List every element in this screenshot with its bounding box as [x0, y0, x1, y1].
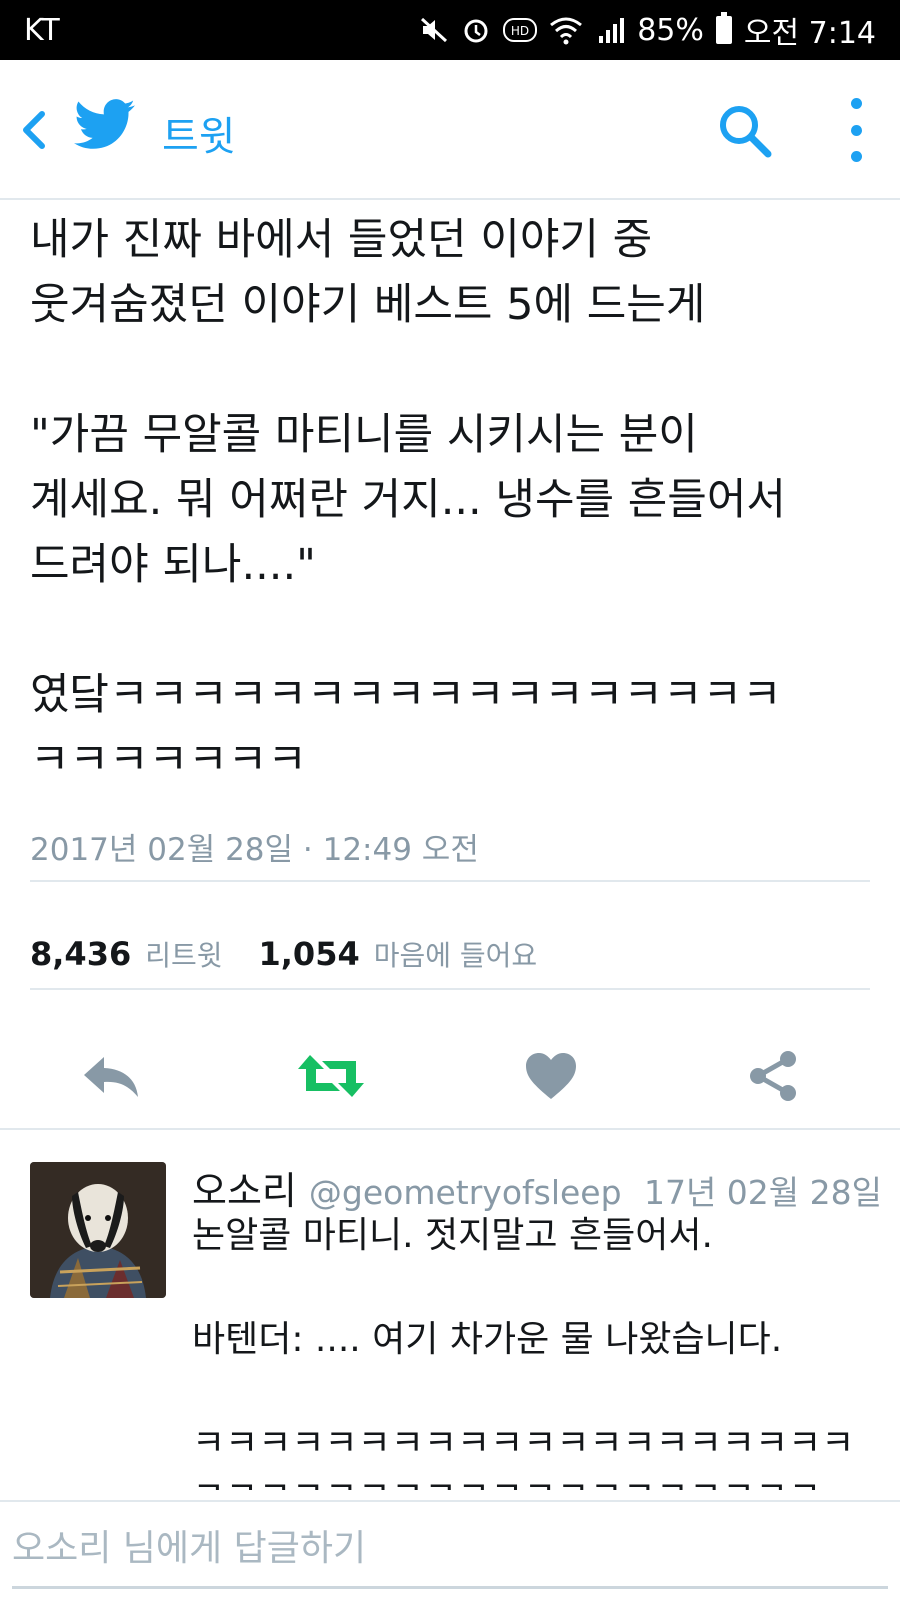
tweet-actions	[0, 1020, 900, 1130]
carrier-label: KT	[24, 12, 60, 48]
battery-icon	[715, 12, 732, 44]
alarm-icon	[464, 19, 488, 43]
tweet-text: 내가 진짜 바에서 들었던 이야기 중 웃겨숨졌던 이야기 베스트 5에 드는게…	[30, 215, 786, 785]
like-button[interactable]	[516, 1046, 586, 1106]
status-icons: HD 85% 오전 7:14	[419, 8, 876, 52]
reply-composer	[0, 1500, 900, 1600]
heart-icon	[526, 1053, 576, 1099]
search-icon	[720, 106, 772, 158]
twitter-bird-icon	[74, 99, 135, 149]
share-icon	[750, 1051, 796, 1101]
more-options-button[interactable]	[836, 98, 876, 162]
reply-icon	[84, 1057, 138, 1097]
app-header: 트윗	[0, 60, 900, 200]
mute-icon	[421, 17, 448, 43]
section-divider	[0, 1128, 900, 1130]
chevron-left-icon	[23, 111, 45, 149]
tweet-stats: 8,436 리트윗 1,054 마음에 들어요	[30, 934, 559, 974]
wifi-icon	[550, 17, 583, 45]
more-dot-icon	[850, 98, 862, 109]
more-dot-icon	[850, 124, 862, 136]
share-button[interactable]	[738, 1046, 808, 1106]
svg-text:HD: HD	[511, 24, 529, 38]
divider	[30, 988, 870, 990]
more-dot-icon	[850, 151, 862, 162]
reply-button[interactable]	[76, 1046, 146, 1106]
reply-input-underline	[12, 1586, 888, 1589]
back-button[interactable]	[14, 102, 54, 158]
retweet-icon	[298, 1055, 364, 1097]
retweet-button[interactable]	[296, 1046, 366, 1106]
tweet-timestamp: 2017년 02월 28일 · 12:49 오전	[30, 832, 479, 868]
page-title: 트윗	[162, 114, 236, 160]
reply-header: 오소리 @geometryofsleep 17년 02월 28일	[192, 1160, 882, 1215]
reply-author-name[interactable]: 오소리	[192, 1160, 297, 1215]
retweet-count[interactable]: 8,436	[30, 935, 131, 973]
avatar[interactable]	[30, 1162, 166, 1298]
like-count[interactable]: 1,054	[259, 935, 360, 973]
divider	[30, 880, 870, 882]
search-button[interactable]	[716, 102, 774, 160]
reply-input[interactable]	[12, 1516, 888, 1580]
reply-text: 논알콜 마티니. 젓지말고 흔들어서. 바텐더: .... 여기 차가운 물 나…	[192, 1215, 855, 1490]
reply-date: 17년 02월 28일	[643, 1173, 882, 1212]
hd-icon: HD	[503, 18, 538, 42]
battery-percent: 85%	[637, 12, 704, 48]
reply-author-handle[interactable]: @geometryofsleep	[309, 1173, 622, 1212]
signal-icon	[599, 18, 625, 43]
clock: 오전 7:14	[743, 16, 876, 51]
badger-avatar-image	[30, 1162, 166, 1298]
like-label[interactable]: 마음에 들어요	[374, 934, 537, 974]
status-bar: KT HD 85% 오전 7:14	[0, 0, 900, 60]
retweet-label[interactable]: 리트윗	[145, 934, 222, 974]
